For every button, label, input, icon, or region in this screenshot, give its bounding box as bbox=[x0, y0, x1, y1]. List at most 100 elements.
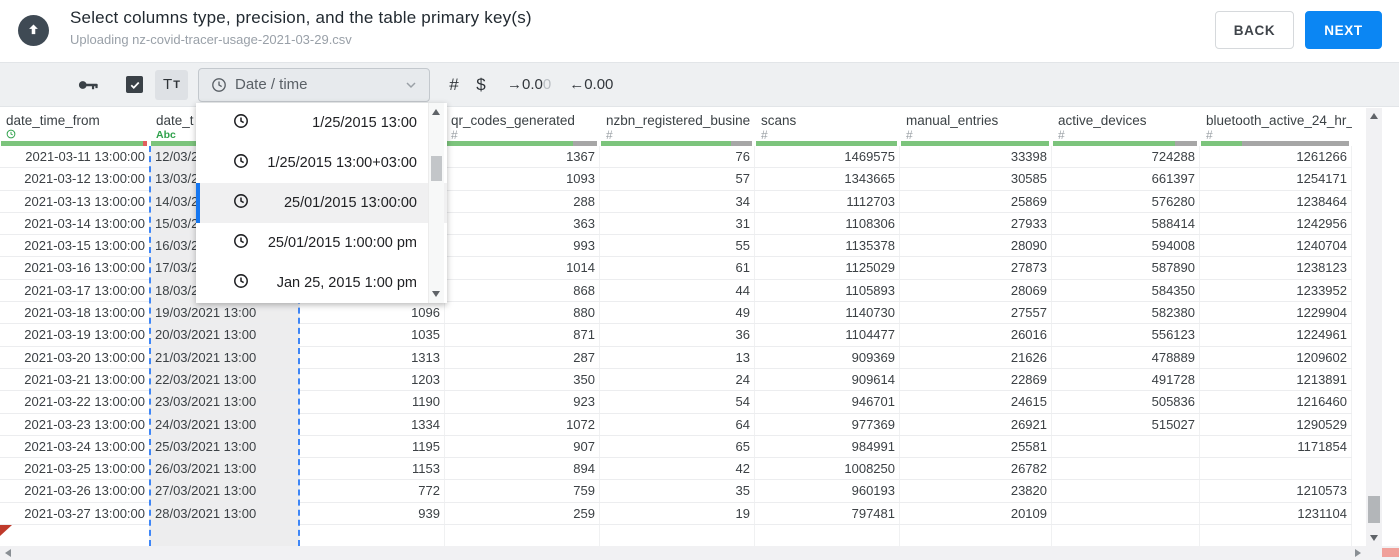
date-format-option[interactable]: 1/25/2015 13:00 bbox=[196, 103, 447, 143]
table-cell: 25/03/2021 13:00 bbox=[150, 435, 300, 458]
increase-precision-button[interactable]: →0.00 bbox=[507, 76, 551, 93]
next-button[interactable]: NEXT bbox=[1305, 11, 1382, 49]
table-cell: 2021-03-12 13:00:00 bbox=[0, 168, 150, 190]
dropdown-scroll-thumb[interactable] bbox=[431, 156, 442, 181]
table-cell: 594008 bbox=[1052, 235, 1200, 257]
table-cell: 24 bbox=[600, 368, 755, 391]
date-format-label: 1/25/2015 13:00+03:00 bbox=[267, 155, 417, 171]
horizontal-scrollbar[interactable] bbox=[0, 546, 1399, 560]
table-cell: 27933 bbox=[900, 212, 1052, 235]
table-cell: 23/03/2021 13:00 bbox=[150, 391, 300, 413]
table-cell: 26/03/2021 13:00 bbox=[150, 458, 300, 480]
table-cell: 587890 bbox=[1052, 257, 1200, 279]
selected-option-indicator bbox=[196, 183, 200, 223]
table-cell: 1140730 bbox=[755, 302, 900, 324]
vertical-scrollbar[interactable] bbox=[1366, 108, 1382, 546]
date-format-label: 1/25/2015 13:00 bbox=[312, 115, 417, 131]
table-cell bbox=[0, 525, 150, 547]
table-cell: 22/03/2021 13:00 bbox=[150, 368, 300, 391]
table-cell: 556123 bbox=[1052, 324, 1200, 346]
date-format-option[interactable]: 25/01/2015 1:00:00 pm bbox=[196, 223, 447, 263]
table-cell: 2021-03-16 13:00:00 bbox=[0, 257, 150, 279]
decrease-precision-button[interactable]: ←0.00 bbox=[569, 76, 613, 93]
table-cell: 30585 bbox=[900, 168, 1052, 190]
table-cell: 576280 bbox=[1052, 190, 1200, 212]
table-cell: 61 bbox=[600, 257, 755, 279]
column-header-date_time_from[interactable]: date_time_from bbox=[0, 108, 150, 146]
table-cell: 993 bbox=[445, 235, 600, 257]
table-cell bbox=[1052, 502, 1200, 525]
back-button[interactable]: BACK bbox=[1215, 11, 1294, 49]
table-cell: 2021-03-11 13:00:00 bbox=[0, 146, 150, 168]
scroll-down-arrow[interactable] bbox=[1370, 535, 1378, 541]
column-header-active_devices[interactable]: active_devices # bbox=[1052, 108, 1200, 146]
table-cell bbox=[1052, 480, 1200, 502]
table-cell: 287 bbox=[445, 346, 600, 368]
table-cell: 1035 bbox=[300, 324, 445, 346]
table-cell: 34 bbox=[600, 190, 755, 212]
scroll-left-arrow[interactable] bbox=[5, 549, 11, 557]
table-cell: 1313 bbox=[300, 346, 445, 368]
table-cell: 797481 bbox=[755, 502, 900, 525]
table-cell: 2021-03-24 13:00:00 bbox=[0, 435, 150, 458]
table-cell: 478889 bbox=[1052, 346, 1200, 368]
column-name: scans bbox=[761, 113, 797, 128]
date-format-option[interactable]: 1/25/2015 13:00+03:00 bbox=[196, 143, 447, 183]
table-cell: 1261266 bbox=[1200, 146, 1352, 168]
table-cell: 1367 bbox=[445, 146, 600, 168]
table-cell: 1135378 bbox=[755, 235, 900, 257]
table-cell: 1104477 bbox=[755, 324, 900, 346]
clock-icon bbox=[233, 193, 249, 214]
table-cell: 25869 bbox=[900, 190, 1052, 212]
text-type-button[interactable]: TT bbox=[155, 69, 188, 100]
date-format-option[interactable]: Jan 25, 2015 1:00 pm bbox=[196, 263, 447, 303]
upload-icon bbox=[18, 15, 49, 46]
upload-status-text: Uploading nz-covid-tracer-usage-2021-03-… bbox=[70, 32, 352, 47]
table-row: 2021-03-19 13:00:00 20/03/2021 13:00 1035 8… bbox=[0, 324, 1352, 347]
date-format-option[interactable]: 25/01/2015 13:00:00 bbox=[196, 183, 447, 223]
dropdown-scroll-up-arrow[interactable] bbox=[432, 109, 440, 115]
column-header-qr_codes_generated[interactable]: qr_codes_generated # bbox=[445, 108, 600, 146]
table-row: 2021-03-20 13:00:00 21/03/2021 13:00 1313 2… bbox=[0, 346, 1352, 369]
table-cell: 49 bbox=[600, 302, 755, 324]
table-cell: 19/03/2021 13:00 bbox=[150, 302, 300, 324]
dropdown-scroll-down-arrow[interactable] bbox=[432, 291, 440, 297]
table-cell: 1238464 bbox=[1200, 190, 1352, 212]
column-name: qr_codes_generated bbox=[451, 113, 575, 128]
column-header-manual_entries[interactable]: manual_entries # bbox=[900, 108, 1052, 146]
table-cell: 880 bbox=[445, 302, 600, 324]
table-cell: 1190 bbox=[300, 391, 445, 413]
table-cell: 923 bbox=[445, 391, 600, 413]
table-cell bbox=[1052, 458, 1200, 480]
boolean-type-icon[interactable] bbox=[126, 76, 143, 93]
scroll-right-arrow[interactable] bbox=[1355, 549, 1361, 557]
table-cell: 588414 bbox=[1052, 212, 1200, 235]
currency-type-icon[interactable]: $ bbox=[474, 75, 488, 95]
vertical-scroll-thumb[interactable] bbox=[1368, 496, 1380, 523]
table-cell: 65 bbox=[600, 435, 755, 458]
chevron-down-icon bbox=[406, 81, 416, 88]
table-cell bbox=[1200, 525, 1352, 547]
primary-key-icon[interactable] bbox=[78, 77, 100, 93]
column-name: nzbn_registered_busine bbox=[606, 113, 751, 128]
table-cell: 25581 bbox=[900, 435, 1052, 458]
table-cell: 977369 bbox=[755, 413, 900, 435]
type-dropdown[interactable]: Date / time bbox=[198, 67, 430, 102]
date-format-label: 25/01/2015 1:00:00 pm bbox=[267, 235, 417, 251]
table-cell: 1195 bbox=[300, 435, 445, 458]
table-cell: 35 bbox=[600, 480, 755, 502]
table-cell: 2021-03-21 13:00:00 bbox=[0, 368, 150, 391]
number-type-icon[interactable]: # bbox=[447, 75, 461, 95]
dropdown-scrollbar[interactable] bbox=[428, 103, 444, 303]
column-header-bluetooth_active_24_hr_[interactable]: bluetooth_active_24_hr_ # bbox=[1200, 108, 1352, 146]
table-cell: 36 bbox=[600, 324, 755, 346]
page-header: Select columns type, precision, and the … bbox=[0, 0, 1399, 62]
selected-column-left-border bbox=[149, 146, 151, 546]
scroll-up-arrow[interactable] bbox=[1370, 113, 1378, 119]
table-cell: 491728 bbox=[1052, 368, 1200, 391]
table-cell: 64 bbox=[600, 413, 755, 435]
table-cell: 26921 bbox=[900, 413, 1052, 435]
column-header-nzbn_registered_busine[interactable]: nzbn_registered_busine # bbox=[600, 108, 755, 146]
column-header-scans[interactable]: scans # bbox=[755, 108, 900, 146]
type-dropdown-value: Date / time bbox=[235, 76, 308, 93]
